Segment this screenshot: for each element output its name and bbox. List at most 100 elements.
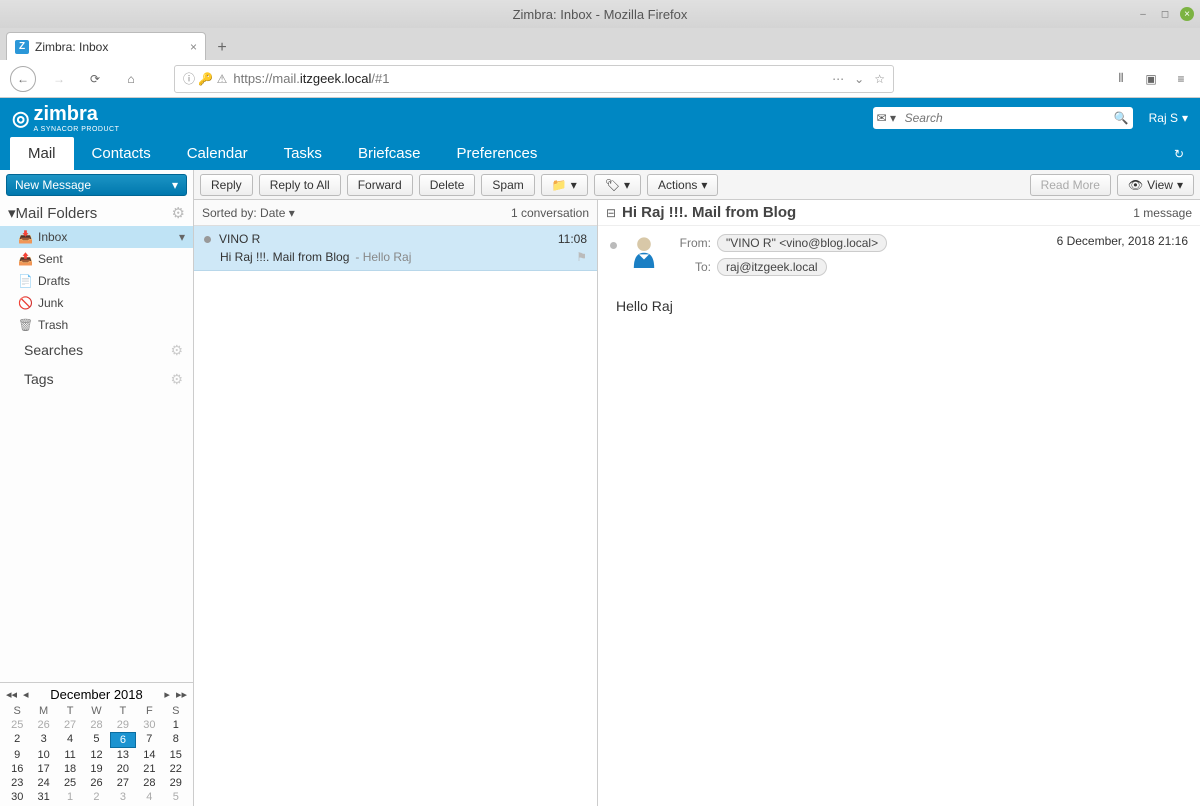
home-button[interactable]: ⌂ — [118, 66, 144, 92]
zimbra-logo[interactable]: ◎ zimbra A SYNACOR PRODUCT — [12, 103, 119, 133]
cal-day[interactable]: 1 — [57, 790, 83, 804]
cal-next-month-icon[interactable]: ▸ — [162, 688, 172, 701]
tab-preferences[interactable]: Preferences — [438, 137, 555, 170]
url-bar[interactable]: ⓘ 🔑 ⚠ https://mail.itzgeek.local/#1 ⋯ ⌄ … — [174, 65, 894, 93]
cal-day[interactable]: 28 — [136, 776, 162, 790]
cal-prev-month-icon[interactable]: ◂ — [21, 688, 31, 701]
search-input[interactable] — [901, 111, 1114, 125]
gear-icon[interactable]: ⚙ — [172, 204, 185, 222]
search-icon[interactable]: 🔍 — [1114, 111, 1129, 125]
reload-button[interactable]: ⟳ — [82, 66, 108, 92]
user-menu[interactable]: Raj S ▾ — [1149, 111, 1188, 125]
sort-by[interactable]: Sorted by: Date ▾ — [202, 206, 295, 220]
gear-icon[interactable]: ⚙ — [170, 371, 183, 388]
cal-day[interactable]: 16 — [4, 762, 30, 776]
tab-close-icon[interactable]: × — [190, 40, 197, 54]
search-type-dropdown[interactable]: ✉ ▾ — [877, 111, 901, 125]
tab-mail[interactable]: Mail — [10, 137, 74, 170]
reply-all-button[interactable]: Reply to All — [259, 174, 341, 196]
site-info-icon[interactable]: ⓘ 🔑 ⚠ — [183, 70, 227, 87]
cal-day[interactable]: 15 — [163, 748, 189, 762]
actions-button[interactable]: Actions ▾ — [647, 174, 718, 196]
cal-day[interactable]: 18 — [57, 762, 83, 776]
cal-day[interactable]: 3 — [30, 732, 56, 748]
cal-day[interactable]: 25 — [4, 718, 30, 732]
tags-section[interactable]: Tags⚙ — [0, 365, 193, 394]
move-button[interactable]: 📁▾ — [541, 174, 588, 196]
cal-day[interactable]: 25 — [57, 776, 83, 790]
cal-day[interactable]: 7 — [136, 732, 162, 748]
cal-day[interactable]: 5 — [83, 732, 109, 748]
menu-icon[interactable]: ≡ — [1172, 70, 1190, 88]
browser-tab[interactable]: Z Zimbra: Inbox × — [6, 32, 206, 60]
cal-day[interactable]: 2 — [4, 732, 30, 748]
cal-day[interactable]: 14 — [136, 748, 162, 762]
cal-day[interactable]: 29 — [163, 776, 189, 790]
folder-sent[interactable]: 📤 Sent — [0, 248, 193, 270]
cal-day[interactable]: 11 — [57, 748, 83, 762]
window-maximize-icon[interactable]: ◻ — [1158, 7, 1172, 21]
folder-drafts[interactable]: 📄 Drafts — [0, 270, 193, 292]
cal-day[interactable]: 4 — [136, 790, 162, 804]
forward-button[interactable]: Forward — [347, 174, 413, 196]
window-close-icon[interactable]: × — [1180, 7, 1194, 21]
reply-button[interactable]: Reply — [200, 174, 253, 196]
cal-prev-year-icon[interactable]: ◂◂ — [4, 688, 19, 701]
gear-icon[interactable]: ⚙ — [170, 342, 183, 359]
cal-day[interactable]: 3 — [110, 790, 136, 804]
flag-icon[interactable]: ⚑ — [576, 250, 587, 264]
cal-day[interactable]: 22 — [163, 762, 189, 776]
view-button[interactable]: 👁 View ▾ — [1117, 174, 1194, 196]
folder-junk[interactable]: 🚫 Junk — [0, 292, 193, 314]
cal-day[interactable]: 23 — [4, 776, 30, 790]
refresh-icon[interactable]: ↻ — [1174, 147, 1190, 161]
cal-day[interactable]: 30 — [4, 790, 30, 804]
tab-calendar[interactable]: Calendar — [169, 137, 266, 170]
cal-day[interactable]: 30 — [136, 718, 162, 732]
cal-day[interactable]: 13 — [110, 748, 136, 762]
searches-section[interactable]: Searches⚙ — [0, 336, 193, 365]
cal-day[interactable]: 10 — [30, 748, 56, 762]
sidebar-icon[interactable]: ▣ — [1142, 70, 1160, 88]
delete-button[interactable]: Delete — [419, 174, 476, 196]
forward-button[interactable]: → — [46, 66, 72, 92]
cal-day[interactable]: 17 — [30, 762, 56, 776]
cal-day[interactable]: 5 — [163, 790, 189, 804]
cal-day[interactable]: 20 — [110, 762, 136, 776]
cal-day[interactable]: 2 — [83, 790, 109, 804]
cal-day[interactable]: 8 — [163, 732, 189, 748]
collapse-icon[interactable]: ⊟ — [606, 206, 618, 220]
cal-day[interactable]: 31 — [30, 790, 56, 804]
tab-contacts[interactable]: Contacts — [74, 137, 169, 170]
chevron-down-icon[interactable]: ▾ — [179, 230, 185, 244]
from-value[interactable]: "VINO R" <vino@blog.local> — [717, 234, 887, 252]
cal-day[interactable]: 19 — [83, 762, 109, 776]
bookmark-star-icon[interactable]: ☆ — [874, 72, 885, 86]
cal-day[interactable]: 29 — [110, 718, 136, 732]
cal-next-year-icon[interactable]: ▸▸ — [174, 688, 189, 701]
message-item[interactable]: VINO R 11:08 Hi Raj !!!. Mail from Blog … — [194, 226, 597, 271]
cal-day[interactable]: 26 — [83, 776, 109, 790]
tab-tasks[interactable]: Tasks — [266, 137, 340, 170]
read-more-button[interactable]: Read More — [1030, 174, 1111, 196]
spam-button[interactable]: Spam — [481, 174, 534, 196]
new-message-button[interactable]: New Message ▾ — [6, 174, 187, 196]
cal-day[interactable]: 26 — [30, 718, 56, 732]
tag-button[interactable]: 🏷▾ — [594, 174, 641, 196]
window-minimize-icon[interactable]: – — [1136, 7, 1150, 21]
cal-day[interactable]: 4 — [57, 732, 83, 748]
to-value[interactable]: raj@itzgeek.local — [717, 258, 827, 276]
cal-day[interactable]: 24 — [30, 776, 56, 790]
folder-trash[interactable]: 🗑 Trash — [0, 314, 193, 336]
url-more-icon[interactable]: ⋯ — [832, 72, 844, 86]
tab-briefcase[interactable]: Briefcase — [340, 137, 439, 170]
cal-day[interactable]: 1 — [163, 718, 189, 732]
cal-day[interactable]: 27 — [57, 718, 83, 732]
folders-header[interactable]: ▾ Mail Folders ⚙ — [0, 200, 193, 226]
cal-day[interactable]: 28 — [83, 718, 109, 732]
cal-day[interactable]: 6 — [110, 732, 136, 748]
cal-day[interactable]: 9 — [4, 748, 30, 762]
pocket-icon[interactable]: ⌄ — [854, 72, 864, 86]
cal-day[interactable]: 27 — [110, 776, 136, 790]
cal-day[interactable]: 12 — [83, 748, 109, 762]
